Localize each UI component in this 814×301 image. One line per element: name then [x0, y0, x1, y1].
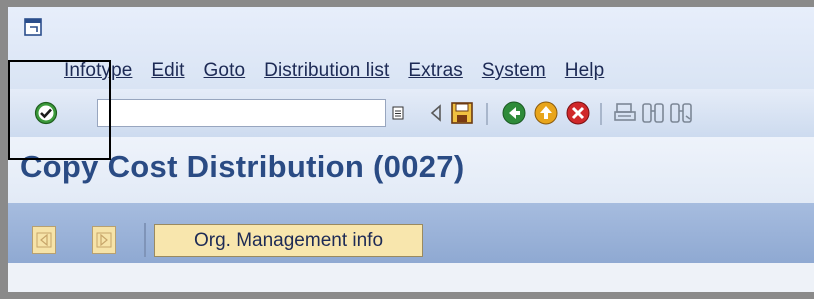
menu-item-distribution-list[interactable]: Distribution list — [264, 60, 389, 82]
menu: Infotype Edit Goto Distribution list Ext… — [64, 60, 623, 82]
next-record-button[interactable] — [92, 226, 116, 254]
next-record-icon — [96, 232, 112, 248]
previous-record-icon — [36, 232, 52, 248]
sap-window: Infotype Edit Goto Distribution list Ext… — [0, 0, 814, 299]
menu-item-help[interactable]: Help — [565, 60, 604, 82]
application-toolbar: Org. Management info — [8, 203, 814, 263]
find-icon[interactable] — [640, 100, 666, 126]
cancel-icon[interactable] — [565, 100, 591, 126]
menu-bar: Infotype Edit Goto Distribution list Ext… — [8, 7, 814, 89]
toolbar-separator — [144, 223, 146, 257]
print-icon[interactable] — [612, 100, 638, 126]
back-icon[interactable] — [501, 100, 527, 126]
menu-item-extras[interactable]: Extras — [408, 60, 462, 82]
toolbar-separator — [486, 103, 488, 125]
title-bar: Copy Cost Distribution (0027) — [8, 137, 814, 203]
exit-icon[interactable] — [533, 100, 559, 126]
command-field[interactable] — [97, 99, 386, 127]
menu-item-infotype[interactable]: Infotype — [64, 60, 132, 82]
page-title: Copy Cost Distribution (0027) — [20, 149, 465, 184]
previous-record-button[interactable] — [32, 226, 56, 254]
find-next-icon[interactable] — [668, 100, 694, 126]
window-menu-icon[interactable] — [24, 18, 42, 36]
org-management-info-button[interactable]: Org. Management info — [154, 224, 423, 257]
enter-checkmark-icon[interactable] — [34, 101, 58, 125]
menu-item-system[interactable]: System — [482, 60, 546, 82]
save-icon[interactable] — [449, 100, 475, 126]
back-arrow-icon[interactable] — [424, 100, 450, 126]
menu-item-goto[interactable]: Goto — [204, 60, 246, 82]
toolbar-separator — [600, 103, 602, 125]
standard-toolbar — [8, 89, 814, 138]
content-area — [8, 263, 814, 292]
command-history-dropdown-icon[interactable] — [391, 106, 405, 120]
menu-item-edit[interactable]: Edit — [151, 60, 184, 82]
